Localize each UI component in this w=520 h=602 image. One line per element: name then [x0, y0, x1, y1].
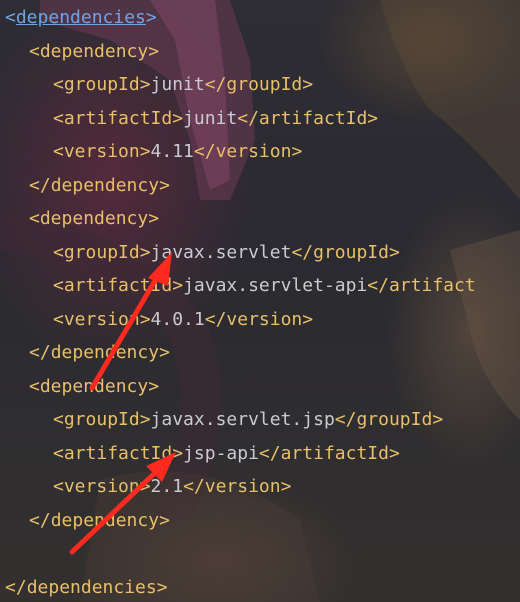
tag-open-bracket: </ — [29, 509, 51, 531]
tag-name: dependency — [50, 342, 160, 363]
tag-open-bracket: < — [53, 409, 64, 430]
tag-name: dependencies — [15, 7, 146, 28]
tag-open-bracket: </ — [5, 576, 27, 598]
code-line: <groupId>javax.servlet.jsp</groupId> — [53, 403, 443, 437]
code-line: <dependency> — [29, 35, 159, 69]
code-line: <artifactId>javax.servlet-api</artifact — [53, 269, 476, 303]
tag-open-bracket: </ — [29, 174, 51, 196]
closing-tag: </version> — [183, 476, 292, 497]
code-line: <dependencies> — [5, 1, 157, 35]
tag-close-bracket: > — [139, 74, 151, 95]
tag-name: dependency — [39, 208, 149, 229]
tag-close-bracket: > — [148, 40, 160, 62]
tag-name: dependency — [39, 40, 149, 62]
tag-name: dependency — [50, 509, 160, 531]
tag-close-bracket: > — [139, 476, 151, 497]
tag-name: groupId — [63, 409, 140, 430]
tag-close-bracket: > — [148, 208, 160, 229]
tag-open-bracket: < — [53, 141, 64, 162]
tag-name: dependencies — [26, 576, 157, 598]
code-line: <dependency> — [29, 202, 159, 236]
element-value: 4.11 — [150, 141, 194, 162]
tag-close-bracket: > — [139, 409, 151, 430]
code-line: <version>4.0.1</version> — [53, 303, 313, 337]
element-value: javax.servlet — [150, 241, 292, 263]
closing-tag: </artifactId> — [237, 107, 379, 129]
tag-open-bracket: < — [53, 476, 64, 497]
element-value: 2.1 — [150, 476, 184, 497]
tag-open-bracket: < — [53, 241, 64, 263]
code-editor[interactable]: <dependencies> <dependency> <groupId>junit… — [0, 0, 520, 602]
element-value: jsp-api — [183, 442, 259, 464]
element-value: 4.0.1 — [150, 308, 205, 330]
tag-close-bracket: > — [139, 141, 151, 162]
tag-open-bracket: < — [53, 107, 64, 129]
tag-name: version — [63, 476, 140, 497]
tag-close-bracket: > — [139, 308, 151, 330]
tag-name: version — [63, 141, 140, 162]
tag-open-bracket: </ — [29, 342, 51, 363]
tag-close-bracket: > — [148, 375, 160, 397]
code-line: <groupId>junit</groupId> — [53, 68, 313, 102]
tag-close-bracket: > — [159, 342, 170, 363]
code-line: <dependency> — [29, 370, 159, 404]
tag-name: version — [63, 308, 140, 330]
tag-open-bracket: < — [53, 74, 64, 95]
closing-tag: </artifact — [367, 275, 476, 296]
code-line: </dependency> — [29, 504, 170, 538]
element-value: javax.servlet.jsp — [150, 409, 335, 430]
tag-close-bracket: > — [159, 509, 170, 531]
tag-open-bracket: < — [29, 375, 40, 397]
tag-close-bracket: > — [159, 174, 170, 196]
closing-tag: </artifactId> — [258, 442, 400, 464]
code-line: <artifactId>junit</artifactId> — [53, 102, 378, 136]
tag-open-bracket: < — [53, 308, 64, 330]
code-line: <version>4.11</version> — [53, 135, 302, 169]
closing-tag: </version> — [193, 141, 303, 162]
closing-tag: </version> — [204, 308, 314, 330]
closing-tag: </groupId> — [291, 241, 400, 263]
tag-name: artifactId — [63, 275, 173, 296]
code-line: <version>2.1</version> — [53, 470, 291, 504]
tag-close-bracket: > — [139, 241, 151, 263]
tag-name: groupId — [63, 241, 140, 263]
tag-name: artifactId — [63, 107, 173, 129]
tag-name: dependency — [39, 375, 149, 397]
closing-tag: </groupId> — [334, 409, 444, 430]
element-value: junit — [183, 107, 238, 129]
tag-close-bracket: > — [172, 442, 184, 464]
tag-close-bracket: > — [156, 576, 168, 598]
tag-open-bracket: < — [29, 208, 40, 229]
tag-close-bracket: > — [172, 107, 184, 129]
code-line: </dependencies> — [5, 571, 168, 602]
tag-close-bracket: > — [172, 275, 184, 296]
element-value: javax.servlet-api — [183, 275, 368, 296]
tag-open-bracket: < — [53, 275, 64, 296]
tag-close-bracket: > — [145, 7, 157, 28]
tag-open-bracket: < — [29, 40, 40, 62]
tag-open-bracket: < — [53, 442, 64, 464]
code-line: <groupId>javax.servlet</groupId> — [53, 236, 400, 270]
code-line: </dependency> — [29, 336, 170, 370]
tag-name: artifactId — [63, 442, 173, 464]
tag-name: dependency — [50, 174, 160, 196]
tag-name: groupId — [63, 74, 140, 95]
closing-tag: </groupId> — [204, 74, 314, 95]
element-value: junit — [150, 74, 205, 95]
tag-open-bracket: < — [5, 7, 16, 28]
code-line: </dependency> — [29, 169, 170, 203]
code-line: <artifactId>jsp-api</artifactId> — [53, 437, 400, 471]
